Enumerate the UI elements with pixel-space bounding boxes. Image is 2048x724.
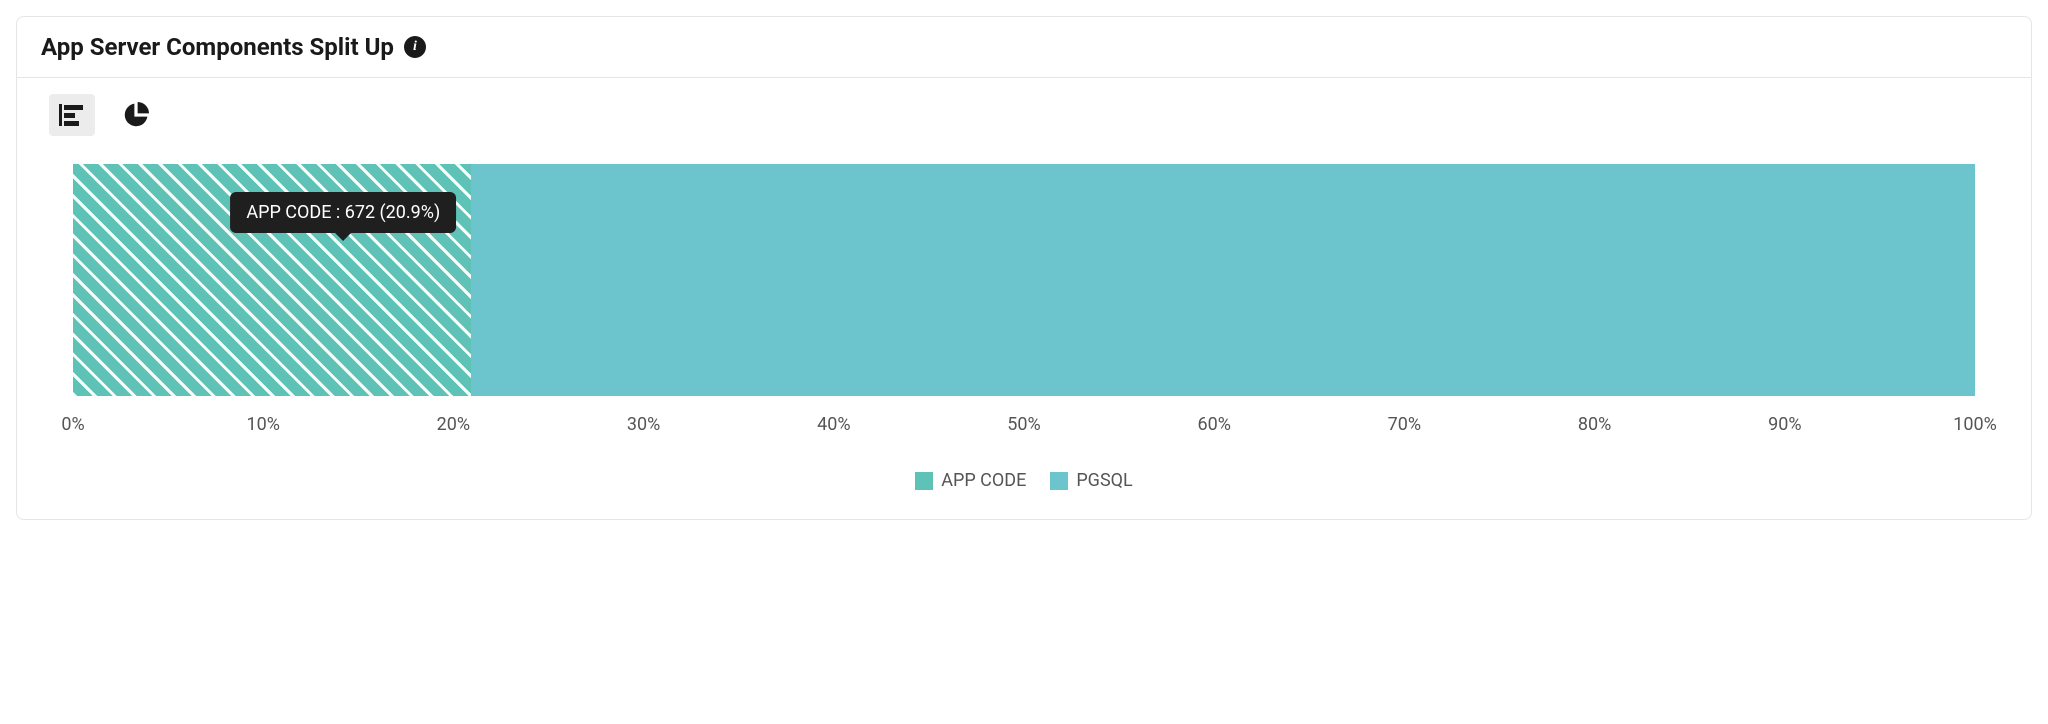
legend-label: APP CODE	[941, 470, 1026, 491]
axis-tick: 100%	[1953, 414, 1997, 435]
axis-tick: 90%	[1768, 414, 1801, 435]
axis-tick: 0%	[61, 414, 84, 435]
bar-chart-icon	[59, 104, 85, 126]
legend: APP CODE PGSQL	[41, 470, 2007, 491]
legend-swatch	[1050, 472, 1068, 490]
legend-item-app-code[interactable]: APP CODE	[915, 470, 1026, 491]
card-body: APP CODE : 672 (20.9%) 0% 10% 20% 30% 40% 50%…	[17, 78, 2031, 519]
info-icon[interactable]: i	[404, 36, 426, 58]
bar-segment-pgsql[interactable]	[471, 164, 1975, 396]
tooltip-text: APP CODE : 672 (20.9%)	[246, 202, 440, 223]
legend-swatch	[915, 472, 933, 490]
axis-tick: 10%	[246, 414, 279, 435]
pie-chart-icon	[123, 102, 149, 128]
axis-tick: 80%	[1578, 414, 1611, 435]
chart-type-toolbar	[49, 94, 2007, 136]
chart-card: App Server Components Split Up i	[16, 16, 2032, 520]
bar-chart-button[interactable]	[49, 94, 95, 136]
plot-area: APP CODE : 672 (20.9%) 0%10%20%30%40%50%…	[73, 164, 1975, 442]
axis-tick: 50%	[1007, 414, 1040, 435]
legend-label: PGSQL	[1076, 470, 1132, 491]
axis-tick: 70%	[1388, 414, 1421, 435]
x-axis: 0%10%20%30%40%50%60%70%80%90%100%	[73, 414, 1975, 442]
axis-tick: 40%	[817, 414, 850, 435]
legend-item-pgsql[interactable]: PGSQL	[1050, 470, 1132, 491]
card-header: App Server Components Split Up i	[17, 17, 2031, 78]
card-title: App Server Components Split Up	[41, 33, 394, 61]
axis-tick: 20%	[437, 414, 470, 435]
axis-tick: 60%	[1197, 414, 1230, 435]
pie-chart-button[interactable]	[113, 94, 159, 136]
axis-tick: 30%	[627, 414, 660, 435]
tooltip: APP CODE : 672 (20.9%)	[230, 192, 456, 233]
